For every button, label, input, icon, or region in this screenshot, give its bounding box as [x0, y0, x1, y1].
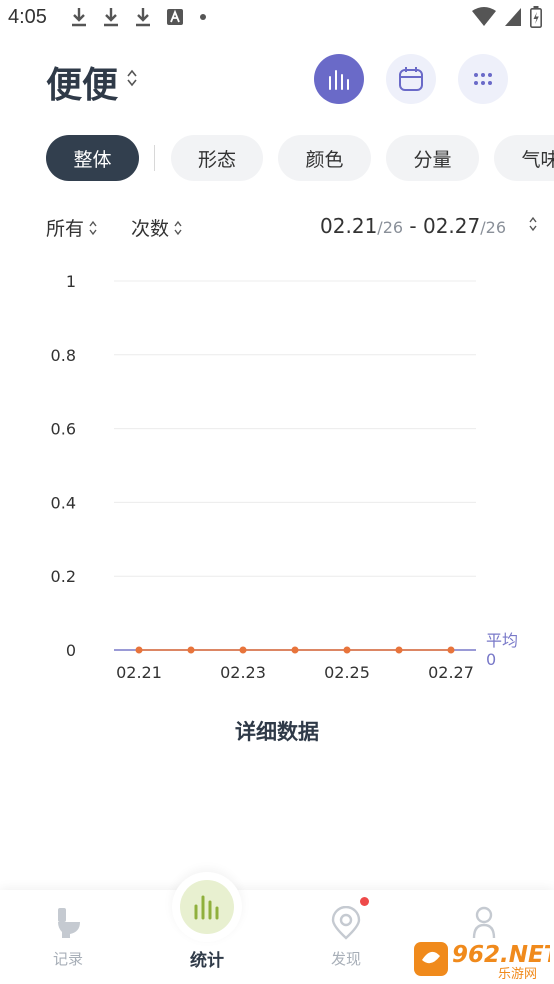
sort-toggle-icon: [174, 220, 182, 235]
date-separator: -: [403, 214, 423, 238]
date-range-selector[interactable]: 02.21 /26 - 02.27 /26: [320, 214, 506, 238]
wifi-icon: [472, 7, 496, 26]
line-chart: 10.80.60.40.20平均002.21 02.23 02.25 02.27: [51, 272, 518, 682]
y-tick-label: 1: [66, 272, 76, 291]
sort-toggle-icon[interactable]: [126, 68, 138, 88]
nav-item-record[interactable]: 记录: [18, 890, 118, 984]
date-start: 02.21: [320, 214, 378, 238]
svg-text:乐游网: 乐游网: [498, 967, 537, 982]
metric-filter-label: 次数: [131, 218, 170, 240]
nav-label-record: 记录: [52, 950, 83, 968]
metric-filter[interactable]: 次数: [131, 214, 183, 241]
svg-text:962.NET: 962.NET: [452, 942, 550, 968]
tab-overall[interactable]: 整体: [46, 135, 139, 181]
average-value: 0: [486, 650, 496, 669]
statistics-nav-bubble-inner: [180, 880, 234, 934]
data-point: [343, 646, 351, 654]
detail-data-heading: 详细数据: [235, 720, 319, 744]
sort-toggle-icon[interactable]: [528, 216, 538, 232]
x-tick-label: 02.25: [324, 663, 370, 682]
dot-icon: [200, 14, 206, 20]
tab-smell[interactable]: 气味: [494, 135, 554, 181]
y-tick-label: 0: [66, 641, 76, 660]
date-end: 02.27: [422, 214, 481, 238]
data-point: [239, 646, 247, 654]
toilet-icon: [58, 908, 80, 938]
nav-item-discover[interactable]: 发现: [296, 890, 396, 984]
status-system-icons: [472, 6, 542, 28]
watermark-logo: 962.NET 乐游网: [414, 942, 550, 982]
data-point: [291, 646, 299, 654]
statistics-nav-bubble[interactable]: [172, 872, 242, 942]
category-tabs: 整体 形态 颜色 分量 气味: [46, 135, 554, 181]
average-label: 平均: [486, 631, 518, 650]
scope-filter[interactable]: 所有: [46, 214, 98, 241]
data-point: [395, 646, 403, 654]
data-point: [447, 646, 455, 654]
bar-chart-icon: [194, 895, 219, 920]
data-point: [135, 646, 143, 654]
calendar-view-button[interactable]: [386, 54, 436, 104]
download-icon: [104, 8, 118, 27]
tab-color[interactable]: 颜色: [278, 135, 371, 181]
tab-amount[interactable]: 分量: [386, 135, 479, 181]
tab-divider: [154, 145, 155, 171]
calendar-icon: [399, 67, 423, 91]
status-notification-icons: [70, 7, 208, 27]
y-tick-label: 0.2: [51, 567, 76, 586]
nav-label-discover: 发现: [330, 950, 361, 968]
signal-icon: [505, 8, 521, 26]
y-tick-label: 0.8: [51, 346, 76, 365]
scope-filter-label: 所有: [46, 218, 85, 240]
x-tick-label: 02.21: [116, 663, 162, 682]
status-time: 4:05: [8, 6, 47, 28]
statistics-view-button[interactable]: [314, 54, 364, 104]
more-menu-button[interactable]: [458, 54, 508, 104]
download-icon: [72, 8, 86, 27]
download-icon: [136, 8, 150, 27]
location-pin-icon: [331, 906, 361, 940]
battery-icon: [530, 6, 542, 28]
grid-dots-icon: [474, 73, 492, 85]
sort-toggle-icon: [89, 220, 97, 235]
data-point: [187, 646, 195, 654]
x-tick-label: 02.23: [220, 663, 266, 682]
date-end-year: /26: [480, 218, 506, 237]
status-bar: 4:05: [0, 0, 554, 38]
x-tick-label: 02.27: [428, 663, 474, 682]
y-tick-label: 0.4: [51, 493, 76, 512]
y-tick-label: 0.6: [51, 420, 76, 439]
app-notification-icon: [167, 9, 183, 25]
tab-shape[interactable]: 形态: [171, 135, 263, 181]
page-title[interactable]: 便便: [46, 56, 118, 108]
bar-chart-icon: [329, 70, 349, 90]
date-start-year: /26: [377, 218, 404, 237]
notification-dot: [360, 897, 369, 906]
nav-label-statistics: 统计: [190, 951, 224, 971]
